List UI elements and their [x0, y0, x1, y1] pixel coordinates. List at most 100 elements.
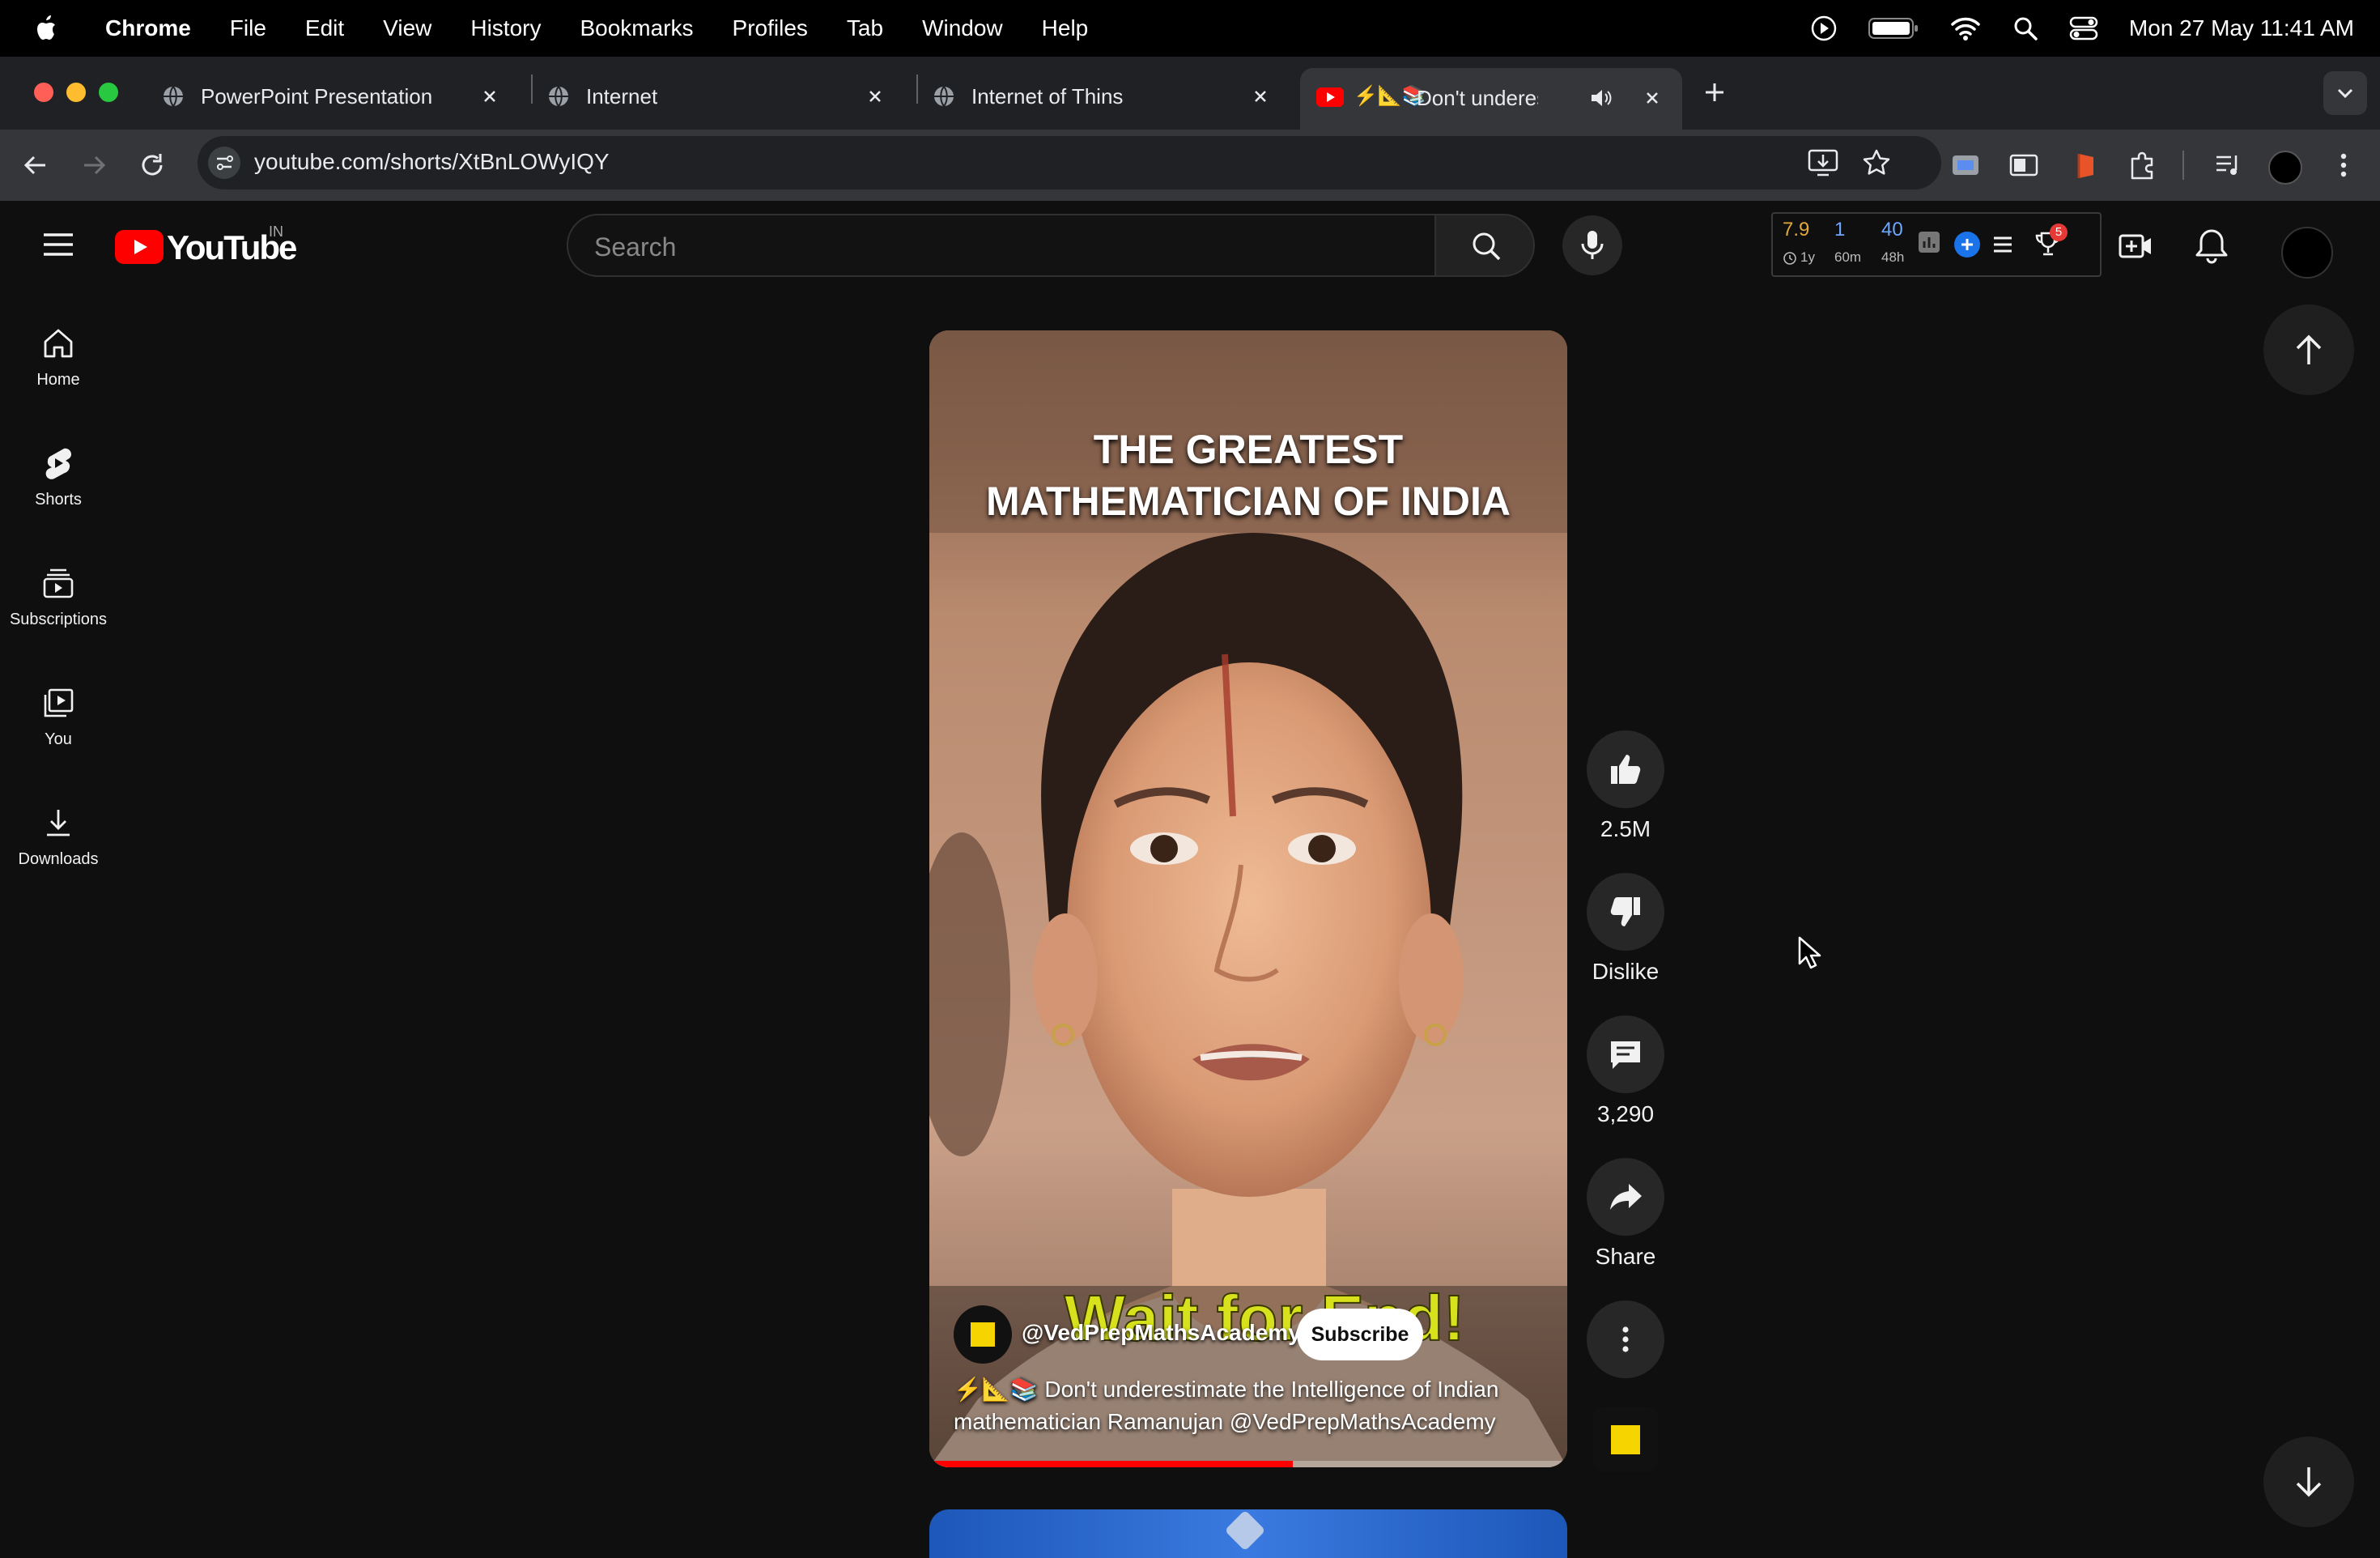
- install-app-icon[interactable]: [1807, 147, 1839, 178]
- clock-icon: [1783, 252, 1796, 265]
- new-tab-icon[interactable]: [1700, 78, 1729, 107]
- guide-item-you[interactable]: You: [0, 685, 117, 749]
- menu-view[interactable]: View: [383, 15, 431, 41]
- media-play-icon[interactable]: [1810, 15, 1838, 42]
- window-zoom-button[interactable]: [99, 83, 118, 102]
- create-video-icon[interactable]: [2118, 228, 2153, 264]
- spotlight-search-icon[interactable]: [2012, 15, 2038, 41]
- guide-item-home[interactable]: Home: [0, 326, 117, 390]
- stat-b-value: 1: [1834, 219, 1846, 241]
- channel-handle[interactable]: @VedPrepMathsAcademy: [1022, 1320, 1301, 1346]
- share-arrow-icon: [1610, 1184, 1642, 1210]
- tab-close-icon[interactable]: [863, 84, 887, 109]
- search-button[interactable]: [1434, 214, 1535, 277]
- window-close-button[interactable]: [34, 83, 53, 102]
- tab-close-icon[interactable]: [1248, 84, 1273, 109]
- menu-bookmarks[interactable]: Bookmarks: [580, 15, 693, 41]
- extension-photo-icon[interactable]: [1949, 149, 1982, 181]
- menu-help[interactable]: Help: [1042, 15, 1089, 41]
- description-line2: mathematician Ramanujan @VedPrepMathsAca…: [954, 1409, 1496, 1434]
- next-short-button[interactable]: [2263, 1437, 2354, 1527]
- apple-icon[interactable]: [31, 12, 63, 45]
- menu-app-chrome[interactable]: Chrome: [105, 15, 191, 41]
- media-controls-icon[interactable]: [2212, 149, 2244, 181]
- share-button[interactable]: [1587, 1158, 1664, 1236]
- menu-edit[interactable]: Edit: [305, 15, 344, 41]
- trophy-badge: 5: [2050, 223, 2068, 241]
- tab-powerpoint-presentation[interactable]: PowerPoint Presentation: [162, 68, 518, 125]
- guide-label: Shorts: [35, 491, 82, 509]
- search-input[interactable]: Search: [567, 214, 1436, 277]
- previous-short-button[interactable]: [2263, 304, 2354, 395]
- arrow-down-icon: [2296, 1467, 2322, 1497]
- youtube-logo-icon: [115, 230, 164, 264]
- guide-item-subscriptions[interactable]: Subscriptions: [0, 565, 117, 629]
- bookmark-star-icon[interactable]: [1860, 147, 1893, 179]
- speaker-icon[interactable]: [1588, 86, 1613, 110]
- window-minimize-button[interactable]: [66, 83, 86, 102]
- video-progress-fill: [929, 1461, 1294, 1467]
- thumbs-up-icon: [1611, 755, 1641, 784]
- control-center-icon[interactable]: [2069, 15, 2098, 41]
- wifi-icon[interactable]: [1949, 15, 1982, 41]
- guide-item-downloads[interactable]: Downloads: [0, 805, 117, 869]
- tab-internet[interactable]: Internet: [547, 68, 903, 125]
- notifications-bell-icon[interactable]: [2194, 227, 2229, 266]
- tab-active-youtube-short[interactable]: ⚡📐📚 Don't underestim: [1300, 68, 1682, 131]
- back-arrow-icon[interactable]: [19, 149, 52, 181]
- youtube-logo[interactable]: YouTube IN: [115, 223, 297, 267]
- menubar-clock[interactable]: Mon 27 May 11:41 AM: [2129, 15, 2354, 41]
- reload-icon[interactable]: [136, 149, 168, 181]
- hamburger-menu-icon[interactable]: [40, 230, 76, 259]
- menu-tab[interactable]: Tab: [847, 15, 883, 41]
- tab-emoji: ⚡📐📚: [1354, 85, 1426, 107]
- profile-avatar[interactable]: [2268, 151, 2302, 185]
- menu-file[interactable]: File: [230, 15, 266, 41]
- tab-internet-of-thins[interactable]: Internet of Thins: [933, 68, 1289, 125]
- comment-icon: [1611, 1041, 1640, 1069]
- site-info-icon[interactable]: [207, 146, 241, 180]
- extensions-puzzle-icon[interactable]: [2126, 147, 2160, 181]
- menu-window[interactable]: Window: [922, 15, 1003, 41]
- like-button[interactable]: [1587, 730, 1664, 808]
- audio-track-thumbnail[interactable]: [1593, 1407, 1658, 1472]
- extension-office-icon[interactable]: [2069, 149, 2102, 181]
- tab-search-button[interactable]: [2323, 71, 2367, 115]
- globe-icon: [549, 86, 568, 107]
- tab-close-icon[interactable]: [1640, 86, 1664, 110]
- voice-search-button[interactable]: [1562, 215, 1622, 275]
- shorts-video-player[interactable]: THE GREATEST MATHEMATICIAN OF INDIA Wait…: [929, 330, 1567, 1467]
- guide-item-shorts[interactable]: Shorts: [0, 445, 117, 509]
- extension-stats-widget[interactable]: 7.9 1y 1 60m 40 48h 5: [1771, 212, 2102, 277]
- address-bar[interactable]: youtube.com/shorts/XtBnLOWyIQY: [198, 136, 1941, 189]
- next-short-preview[interactable]: [929, 1509, 1567, 1558]
- menu-profiles[interactable]: Profiles: [733, 15, 808, 41]
- extension-window-icon[interactable]: [2008, 149, 2040, 181]
- download-icon: [47, 810, 70, 836]
- more-actions-button[interactable]: [1587, 1300, 1664, 1378]
- video-progress-track[interactable]: [929, 1461, 1567, 1467]
- account-avatar[interactable]: [2281, 227, 2333, 279]
- dislike-button[interactable]: [1587, 873, 1664, 951]
- channel-avatar[interactable]: [954, 1305, 1012, 1364]
- short-description[interactable]: ⚡📐📚 Don't underestimate the Intelligence…: [954, 1373, 1553, 1438]
- url-text[interactable]: youtube.com/shorts/XtBnLOWyIQY: [254, 149, 610, 175]
- stat-c-value: 40: [1881, 219, 1903, 241]
- forward-arrow-icon[interactable]: [78, 149, 110, 181]
- stat-a-value: 7.9: [1783, 219, 1810, 241]
- arrow-up-icon: [2296, 334, 2322, 364]
- battery-icon[interactable]: [1868, 17, 1919, 40]
- chrome-menu-icon[interactable]: [2331, 149, 2356, 181]
- search-icon: [1473, 232, 1501, 261]
- tab-close-icon[interactable]: [478, 84, 502, 109]
- thumbs-down-icon: [1610, 897, 1640, 926]
- shorts-icon: [45, 448, 71, 479]
- toolbar-separator: [2182, 151, 2184, 180]
- subscribe-button[interactable]: Subscribe: [1297, 1309, 1423, 1360]
- menu-history[interactable]: History: [470, 15, 541, 41]
- comments-button[interactable]: [1587, 1015, 1664, 1093]
- stat-c-sub: 48h: [1881, 249, 1905, 265]
- you-icon: [44, 688, 74, 717]
- microphone-icon: [1581, 231, 1604, 259]
- youtube-page: YouTube IN Search 7.9 1y 1 60m 40 48h 5 …: [0, 201, 2380, 1558]
